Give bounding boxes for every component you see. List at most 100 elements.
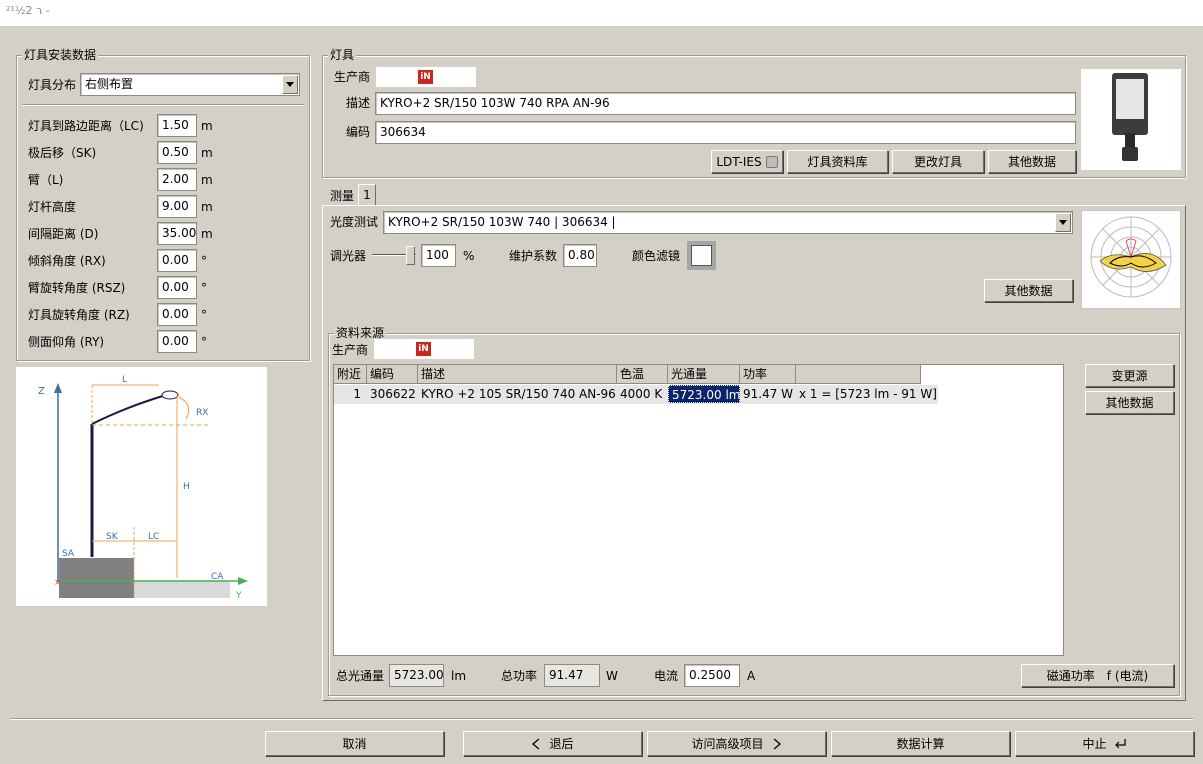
table-cell-flux: 5723.00 lm bbox=[668, 385, 740, 403]
total-flux-unit: lm bbox=[451, 669, 467, 683]
title-bar: ²¹½2 ר - bbox=[0, 0, 1203, 26]
advanced-button[interactable]: 访问高级项目 bbox=[647, 731, 826, 756]
distribution-select[interactable]: 右侧布置 bbox=[80, 73, 300, 96]
l-label: L bbox=[122, 375, 127, 385]
table-column-header[interactable] bbox=[796, 365, 921, 384]
road-surface bbox=[134, 581, 230, 598]
table-column-header[interactable]: 功率 bbox=[740, 365, 796, 384]
maintenance-field[interactable]: 0.80 bbox=[563, 244, 597, 267]
install-row-field[interactable]: 35.00 bbox=[157, 222, 197, 245]
source-manufacturer-logo: iN bbox=[416, 342, 431, 356]
install-row-unit: m bbox=[201, 200, 213, 214]
install-row-field[interactable]: 2.00 bbox=[157, 168, 197, 191]
manufacturer-label: 生产商 bbox=[334, 70, 371, 84]
tab-measure-label: 测量 bbox=[330, 189, 355, 203]
table-column-header[interactable]: 色温 bbox=[617, 365, 668, 384]
table-cell-code: 306622 bbox=[370, 387, 416, 401]
install-row-label: 间隔距离 (D) bbox=[28, 227, 99, 241]
dimmer-slider[interactable] bbox=[372, 246, 418, 266]
install-row-unit: ° bbox=[201, 254, 207, 268]
source-table[interactable]: 附近 编码 描述 色温 光通量 功率 1 306622 KYRO +2 105 SR/150 … bbox=[333, 364, 1064, 656]
file-icon bbox=[765, 155, 778, 168]
code-label: 编码 bbox=[346, 125, 371, 139]
install-row-label: 倾斜角度 (RX) bbox=[28, 254, 106, 268]
chevron-down-icon[interactable] bbox=[1055, 213, 1071, 232]
current-unit: A bbox=[747, 669, 756, 683]
code-field[interactable]: 306634 bbox=[375, 121, 1076, 144]
back-button[interactable]: 退后 bbox=[463, 731, 642, 756]
chevron-left-icon bbox=[532, 738, 540, 749]
luminaire-image bbox=[1081, 69, 1181, 170]
tab-measure-1[interactable]: 1 bbox=[358, 184, 376, 206]
install-row-label: 侧面仰角 (RY) bbox=[28, 335, 105, 349]
current-field[interactable]: 0.2500 bbox=[684, 664, 740, 687]
install-row-unit: ° bbox=[201, 308, 207, 322]
luminaire-database-button[interactable]: 灯具资料库 bbox=[787, 150, 888, 173]
install-row-field[interactable]: 0.00 bbox=[157, 303, 197, 326]
stop-button[interactable]: 中止 bbox=[1015, 731, 1194, 756]
install-row-field[interactable]: 0.00 bbox=[157, 330, 197, 353]
change-source-button[interactable]: 变更源 bbox=[1085, 364, 1174, 387]
advanced-label: 访问高级项目 bbox=[691, 737, 764, 751]
table-column-header[interactable]: 附近 bbox=[334, 365, 367, 384]
description-field[interactable]: KYRO+2 SR/150 103W 740 RPA AN-96 bbox=[375, 92, 1076, 115]
footer-separator bbox=[10, 718, 1193, 720]
source-manufacturer-label: 生产商 bbox=[332, 343, 369, 357]
dimmer-unit: % bbox=[463, 249, 475, 263]
table-cell-idx: 1 bbox=[353, 387, 361, 401]
total-power-field: 91.47 bbox=[544, 664, 600, 687]
calculate-button[interactable]: 数据计算 bbox=[831, 731, 1010, 756]
install-row-unit: m bbox=[201, 146, 213, 160]
dimmer-field[interactable]: 100 bbox=[421, 244, 456, 267]
color-filter-swatch[interactable] bbox=[687, 241, 716, 270]
sa-label: SA bbox=[62, 549, 75, 559]
change-luminaire-button[interactable]: 更改灯具 bbox=[892, 150, 984, 173]
luminaire-more-data-button[interactable]: 其他数据 bbox=[988, 150, 1076, 173]
source-legend: 资料来源 bbox=[334, 326, 387, 340]
flux-power-button[interactable]: 磁通功率 f (电流) bbox=[1021, 664, 1174, 687]
table-cell-extra: x 1 = [5723 lm - 91 W] bbox=[799, 387, 937, 401]
y-axis-arrow bbox=[238, 577, 248, 585]
h-label: H bbox=[183, 482, 190, 492]
chevron-down-icon[interactable] bbox=[282, 75, 298, 94]
rx-arc bbox=[178, 396, 190, 420]
source-more-data-button[interactable]: 其他数据 bbox=[1085, 391, 1174, 414]
install-row-field[interactable]: 9.00 bbox=[157, 195, 197, 218]
table-cell-power: 91.47 W bbox=[743, 387, 794, 401]
photometry-label: 光度测试 bbox=[330, 215, 379, 229]
origin-mark: × bbox=[54, 578, 62, 588]
install-row-unit: m bbox=[201, 173, 213, 187]
luminaire-head bbox=[161, 390, 179, 400]
cancel-button[interactable]: 取消 bbox=[265, 731, 444, 756]
photometry-select[interactable]: KYRO+2 SR/150 103W 740 | 306634 | bbox=[383, 211, 1073, 234]
install-row-unit: m bbox=[201, 119, 213, 133]
distribution-label: 灯具分布 bbox=[28, 78, 77, 92]
install-row-label: 极后移（SK) bbox=[28, 146, 97, 160]
maintenance-label: 维护系数 bbox=[509, 249, 558, 263]
install-row-label: 臂旋转角度 (RSZ) bbox=[28, 281, 126, 295]
install-row-field[interactable]: 0.50 bbox=[157, 141, 197, 164]
table-column-header[interactable]: 编码 bbox=[367, 365, 418, 384]
distribution-value: 右侧布置 bbox=[85, 77, 134, 91]
ldt-ies-button[interactable]: LDT-IES bbox=[711, 150, 783, 173]
curb-block bbox=[59, 558, 134, 598]
z-label: Z bbox=[38, 386, 45, 397]
install-row-unit: m bbox=[201, 227, 213, 241]
table-column-header[interactable]: 光通量 bbox=[668, 365, 740, 384]
mounting-diagram-svg: Z L RX H SK LC SA CA Y × bbox=[38, 375, 248, 601]
install-row-field[interactable]: 0.00 bbox=[157, 249, 197, 272]
table-column-header[interactable]: 描述 bbox=[418, 365, 617, 384]
back-label: 退后 bbox=[549, 737, 574, 751]
arm bbox=[91, 394, 167, 425]
install-row-label: 灯具到路边距离（LC) bbox=[28, 119, 144, 133]
manufacturer-logo-box: iN bbox=[376, 67, 476, 87]
install-row-field[interactable]: 1.50 bbox=[157, 114, 197, 137]
tab-measure-number: 1 bbox=[363, 188, 371, 202]
manufacturer-logo: iN bbox=[418, 70, 433, 84]
color-filter-label: 颜色滤镜 bbox=[632, 249, 681, 263]
install-row-field[interactable]: 0.00 bbox=[157, 276, 197, 299]
dimmer-slider-thumb[interactable] bbox=[406, 246, 415, 265]
luminaire-legend: 灯具 bbox=[328, 48, 357, 62]
install-row-label: 灯杆高度 bbox=[28, 200, 77, 214]
measure-more-data-button[interactable]: 其他数据 bbox=[984, 279, 1073, 302]
